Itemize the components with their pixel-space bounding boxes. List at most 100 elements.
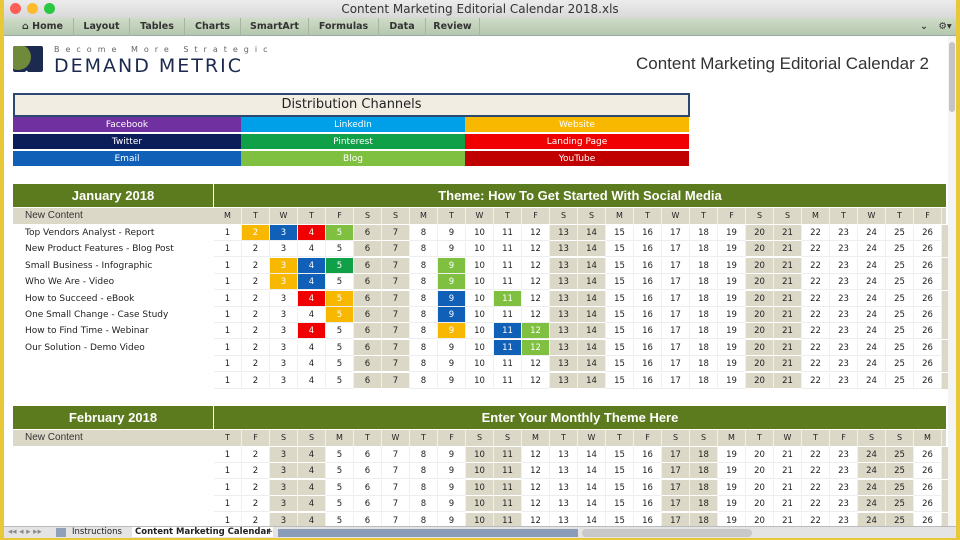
day-cell[interactable]: 12 xyxy=(522,290,550,307)
day-cell[interactable]: 21 xyxy=(774,274,802,291)
day-cell[interactable]: 11 xyxy=(494,479,522,496)
day-cell[interactable]: 13 xyxy=(550,479,578,496)
scheduled-day-cell[interactable]: 12 xyxy=(522,339,550,356)
day-cell[interactable]: 25 xyxy=(886,463,914,480)
day-cell[interactable]: 7 xyxy=(382,339,410,356)
day-cell[interactable]: 9 xyxy=(438,356,466,373)
day-cell[interactable]: 12 xyxy=(522,372,550,389)
day-cell[interactable]: 26 xyxy=(914,241,942,258)
day-cell[interactable]: 17 xyxy=(662,225,690,241)
day-cell[interactable]: 11 xyxy=(494,447,522,463)
day-cell[interactable]: 13 xyxy=(550,274,578,291)
day-cell[interactable]: 17 xyxy=(662,356,690,373)
day-cell[interactable]: 11 xyxy=(494,463,522,480)
day-cell[interactable]: 6 xyxy=(354,447,382,463)
day-cell[interactable]: 18 xyxy=(690,323,718,340)
day-cell[interactable]: 4 xyxy=(298,356,326,373)
day-cell[interactable]: 15 xyxy=(606,372,634,389)
day-cell[interactable]: 3 xyxy=(270,463,298,480)
day-cell[interactable]: 2 xyxy=(242,323,270,340)
day-cell[interactable]: 19 xyxy=(718,274,746,291)
day-cell[interactable]: 18 xyxy=(690,274,718,291)
day-cell[interactable]: 2 xyxy=(242,274,270,291)
scheduled-day-cell[interactable]: 12 xyxy=(522,323,550,340)
day-cell[interactable]: 8 xyxy=(410,323,438,340)
day-cell[interactable]: 3 xyxy=(270,496,298,513)
day-cell[interactable]: 22 xyxy=(802,479,830,496)
day-cell[interactable]: 9 xyxy=(438,463,466,480)
day-cell[interactable]: 16 xyxy=(634,479,662,496)
day-cell[interactable]: 6 xyxy=(354,323,382,340)
day-cell[interactable]: 5 xyxy=(326,447,354,463)
day-cell[interactable]: 11 xyxy=(494,372,522,389)
day-cell[interactable]: 9 xyxy=(438,339,466,356)
day-cell[interactable]: 7 xyxy=(382,323,410,340)
day-cell[interactable]: 26 xyxy=(914,479,942,496)
day-cell[interactable]: 3 xyxy=(270,323,298,340)
day-cell[interactable]: 26 xyxy=(914,339,942,356)
day-cell[interactable]: 7 xyxy=(382,372,410,389)
day-cell[interactable]: 23 xyxy=(830,241,858,258)
day-cell[interactable]: 16 xyxy=(634,496,662,513)
day-cell[interactable]: 17 xyxy=(662,479,690,496)
day-cell[interactable]: 23 xyxy=(830,225,858,241)
day-cell[interactable]: 1 xyxy=(214,479,242,496)
day-cell[interactable]: 6 xyxy=(354,479,382,496)
day-cell[interactable]: 5 xyxy=(326,372,354,389)
day-cell[interactable]: 19 xyxy=(718,241,746,258)
day-cell[interactable]: 22 xyxy=(802,496,830,513)
day-cell[interactable]: 14 xyxy=(578,339,606,356)
day-cell[interactable]: 14 xyxy=(578,496,606,513)
day-cell[interactable]: 19 xyxy=(718,356,746,373)
scheduled-day-cell[interactable]: 11 xyxy=(494,339,522,356)
collapse-ribbon-icon[interactable]: ⌄ xyxy=(914,18,934,35)
day-cell[interactable]: 10 xyxy=(466,274,494,291)
day-cell[interactable]: 26 xyxy=(914,496,942,513)
day-cell[interactable]: 18 xyxy=(690,225,718,241)
day-cell[interactable]: 20 xyxy=(746,372,774,389)
day-cell[interactable]: 24 xyxy=(858,290,886,307)
day-cell[interactable]: 25 xyxy=(886,274,914,291)
day-cell[interactable]: 20 xyxy=(746,463,774,480)
minimize-button[interactable] xyxy=(27,3,38,14)
day-cell[interactable]: 12 xyxy=(522,447,550,463)
day-cell[interactable]: 25 xyxy=(886,307,914,323)
scheduled-day-cell[interactable]: 11 xyxy=(494,323,522,340)
day-cell[interactable]: 9 xyxy=(438,241,466,258)
day-cell[interactable]: 14 xyxy=(578,356,606,373)
scheduled-day-cell[interactable]: 11 xyxy=(494,290,522,307)
day-cell[interactable]: 5 xyxy=(326,356,354,373)
day-cell[interactable]: 12 xyxy=(522,241,550,258)
day-cell[interactable]: 23 xyxy=(830,339,858,356)
day-cell[interactable]: 5 xyxy=(326,323,354,340)
day-cell[interactable]: 14 xyxy=(578,372,606,389)
scheduled-day-cell[interactable]: 4 xyxy=(298,323,326,340)
day-cell[interactable]: 4 xyxy=(298,447,326,463)
day-cell[interactable]: 19 xyxy=(718,339,746,356)
day-cell[interactable]: 21 xyxy=(774,339,802,356)
day-cell[interactable]: 8 xyxy=(410,356,438,373)
day-cell[interactable]: 1 xyxy=(214,463,242,480)
day-cell[interactable]: 24 xyxy=(858,274,886,291)
day-cell[interactable]: 3 xyxy=(270,479,298,496)
day-cell[interactable]: 21 xyxy=(774,307,802,323)
day-cell[interactable]: 3 xyxy=(270,290,298,307)
day-cell[interactable]: 1 xyxy=(214,356,242,373)
day-cell[interactable]: 4 xyxy=(298,339,326,356)
day-cell[interactable]: 13 xyxy=(550,257,578,274)
scheduled-day-cell[interactable]: 9 xyxy=(438,290,466,307)
day-cell[interactable]: 8 xyxy=(410,241,438,258)
tab-tables[interactable]: Tables xyxy=(130,18,185,36)
day-cell[interactable]: 22 xyxy=(802,339,830,356)
day-cell[interactable]: 24 xyxy=(858,225,886,241)
day-cell[interactable]: 2 xyxy=(242,496,270,513)
day-cell[interactable]: 25 xyxy=(886,241,914,258)
day-cell[interactable]: 11 xyxy=(494,241,522,258)
tab-formulas[interactable]: Formulas xyxy=(309,18,379,36)
channel-blog[interactable]: Blog xyxy=(241,151,465,167)
day-cell[interactable]: 24 xyxy=(858,323,886,340)
day-cell[interactable]: 7 xyxy=(382,225,410,241)
day-cell[interactable]: 16 xyxy=(634,257,662,274)
day-cell[interactable]: 23 xyxy=(830,463,858,480)
day-cell[interactable]: 14 xyxy=(578,290,606,307)
